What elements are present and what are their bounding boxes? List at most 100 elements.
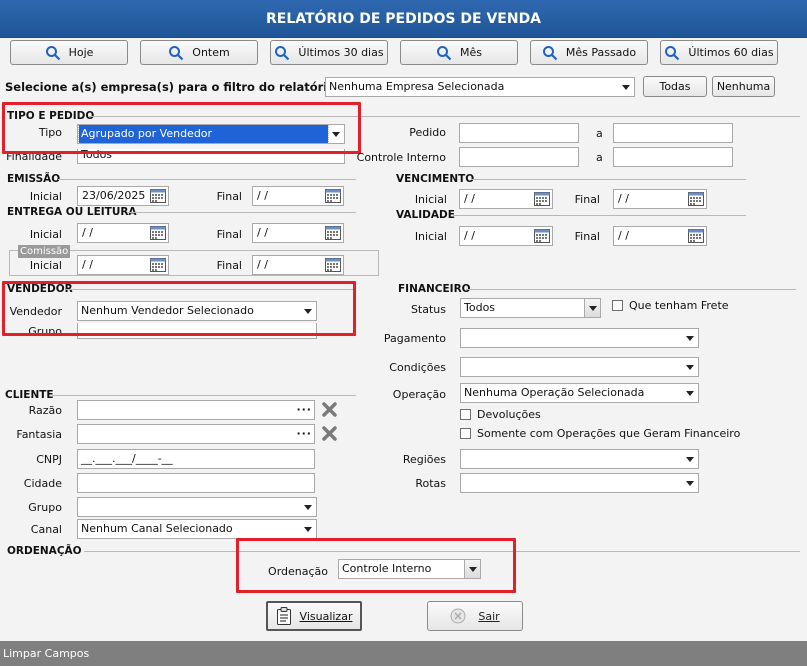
vencimento-inicial-value: / / <box>464 192 475 205</box>
pedido-from-input[interactable] <box>459 123 579 143</box>
divider <box>58 179 356 180</box>
emissao-final-date[interactable]: / / <box>252 186 344 206</box>
window-title: RELATÓRIO DE PEDIDOS DE VENDA <box>0 0 807 38</box>
validade-final-date[interactable]: / / <box>613 226 707 246</box>
ultimos-60-dias-label: Últimos 60 dias <box>688 46 774 59</box>
status-select-value: Todos <box>464 301 496 314</box>
status-label: Status <box>410 303 446 316</box>
sair-button[interactable]: Sair <box>427 601 523 631</box>
ultimos-30-dias-button[interactable]: Últimos 30 dias <box>270 40 388 65</box>
razao-label: Razão <box>28 404 62 417</box>
ontem-button[interactable]: Ontem <box>140 40 258 65</box>
somente-financeiro-checkbox[interactable] <box>460 428 471 439</box>
comissao-final-date[interactable]: / / <box>252 255 344 275</box>
vencimento-final-date[interactable]: / / <box>613 189 707 209</box>
chevron-down-icon <box>686 481 694 486</box>
todas-button[interactable]: Todas <box>643 76 707 97</box>
calendar-icon[interactable] <box>325 226 341 240</box>
canal-select-value: Nenhum Canal Selecionado <box>81 522 233 535</box>
frete-checkbox[interactable] <box>612 300 623 311</box>
operacao-select[interactable]: Nenhuma Operação Selecionada <box>460 383 699 403</box>
operacao-label: Operação <box>392 388 446 401</box>
financeiro-section-title: FINANCEIRO <box>398 283 471 295</box>
entrega-final-date[interactable]: / / <box>252 223 344 243</box>
razao-input[interactable]: ··· <box>77 400 315 420</box>
controle-from-input[interactable] <box>459 147 579 167</box>
pedido-to-input[interactable] <box>613 123 733 143</box>
mes-label: Mês <box>460 46 482 59</box>
calendar-icon[interactable] <box>150 189 166 203</box>
search-icon <box>542 45 558 60</box>
mes-passado-button[interactable]: Mês Passado <box>530 40 648 65</box>
ellipsis-icon[interactable]: ··· <box>296 401 312 419</box>
divider <box>52 395 356 396</box>
cnpj-input[interactable]: __.___.___/____-__ <box>77 449 315 469</box>
validade-final-value: / / <box>618 229 629 242</box>
regioes-select[interactable] <box>460 449 699 469</box>
emissao-inicial-date[interactable]: 23/06/2025 <box>77 186 169 206</box>
ultimos-60-dias-button[interactable]: Últimos 60 dias <box>660 40 778 65</box>
calendar-icon[interactable] <box>150 226 166 240</box>
condicoes-label: Condições <box>389 361 446 374</box>
divider <box>453 215 746 216</box>
calendar-icon[interactable] <box>534 192 550 206</box>
comissao-inicial-date[interactable]: / / <box>77 255 169 275</box>
calendar-icon[interactable] <box>325 189 341 203</box>
pagamento-select[interactable] <box>460 328 699 348</box>
highlight-box-vendedor <box>2 281 356 336</box>
condicoes-select[interactable] <box>460 357 699 377</box>
clipboard-icon <box>276 607 291 625</box>
ontem-label: Ontem <box>192 46 230 59</box>
devolucoes-label: Devoluções <box>477 408 541 421</box>
vencimento-final-value: / / <box>618 192 629 205</box>
fantasia-label: Fantasia <box>16 428 62 441</box>
chevron-down-icon <box>584 299 600 317</box>
devolucoes-checkbox[interactable] <box>460 409 471 420</box>
controle-to-input[interactable] <box>613 147 733 167</box>
sair-label: Sair <box>478 609 500 623</box>
cidade-input[interactable] <box>77 473 315 493</box>
canal-select[interactable]: Nenhum Canal Selecionado <box>77 519 317 539</box>
search-icon <box>169 45 184 60</box>
chevron-down-icon <box>686 457 694 462</box>
entrega-inicial-date[interactable]: / / <box>77 223 169 243</box>
chevron-down-icon <box>304 505 312 510</box>
comissao-final-label: Final <box>216 259 242 272</box>
vencimento-inicial-label: Inicial <box>414 193 447 206</box>
validade-final-label: Final <box>574 230 600 243</box>
pedido-label: Pedido <box>409 126 446 139</box>
status-select[interactable]: Todos <box>460 298 601 318</box>
entrega-final-value: / / <box>257 226 268 239</box>
hoje-button[interactable]: Hoje <box>10 40 128 65</box>
rotas-select[interactable] <box>460 473 699 493</box>
somente-financeiro-label: Somente com Operações que Geram Financei… <box>477 427 741 440</box>
controle-interno-label: Controle Interno <box>356 151 446 164</box>
regioes-label: Regiões <box>402 453 446 466</box>
clear-fantasia-icon[interactable] <box>321 425 338 442</box>
calendar-icon[interactable] <box>688 192 704 206</box>
validade-inicial-value: / / <box>464 229 475 242</box>
calendar-icon[interactable] <box>150 258 166 272</box>
calendar-icon[interactable] <box>534 229 550 243</box>
clear-razao-icon[interactable] <box>321 401 338 418</box>
cliente-grupo-label: Grupo <box>28 501 62 514</box>
validade-inicial-date[interactable]: / / <box>459 226 553 246</box>
visualizar-button[interactable]: Visualizar <box>266 601 362 631</box>
fantasia-input[interactable]: ··· <box>77 424 315 444</box>
empresa-select[interactable]: Nenhuma Empresa Selecionada <box>325 77 635 97</box>
calendar-icon[interactable] <box>688 229 704 243</box>
entrega-inicial-label: Inicial <box>29 228 62 241</box>
validade-section-title: VALIDADE <box>396 209 455 221</box>
nenhuma-button[interactable]: Nenhuma <box>712 76 775 97</box>
ellipsis-icon[interactable]: ··· <box>296 425 312 443</box>
cliente-grupo-select[interactable] <box>77 497 317 517</box>
empresa-select-value: Nenhuma Empresa Selecionada <box>329 80 505 93</box>
status-bar[interactable]: Limpar Campos <box>0 641 807 666</box>
chevron-down-icon <box>686 365 694 370</box>
search-icon <box>437 45 452 60</box>
mes-button[interactable]: Mês <box>400 40 518 65</box>
chevron-down-icon <box>686 391 694 396</box>
calendar-icon[interactable] <box>325 258 341 272</box>
divider <box>127 212 356 213</box>
vencimento-inicial-date[interactable]: / / <box>459 189 553 209</box>
